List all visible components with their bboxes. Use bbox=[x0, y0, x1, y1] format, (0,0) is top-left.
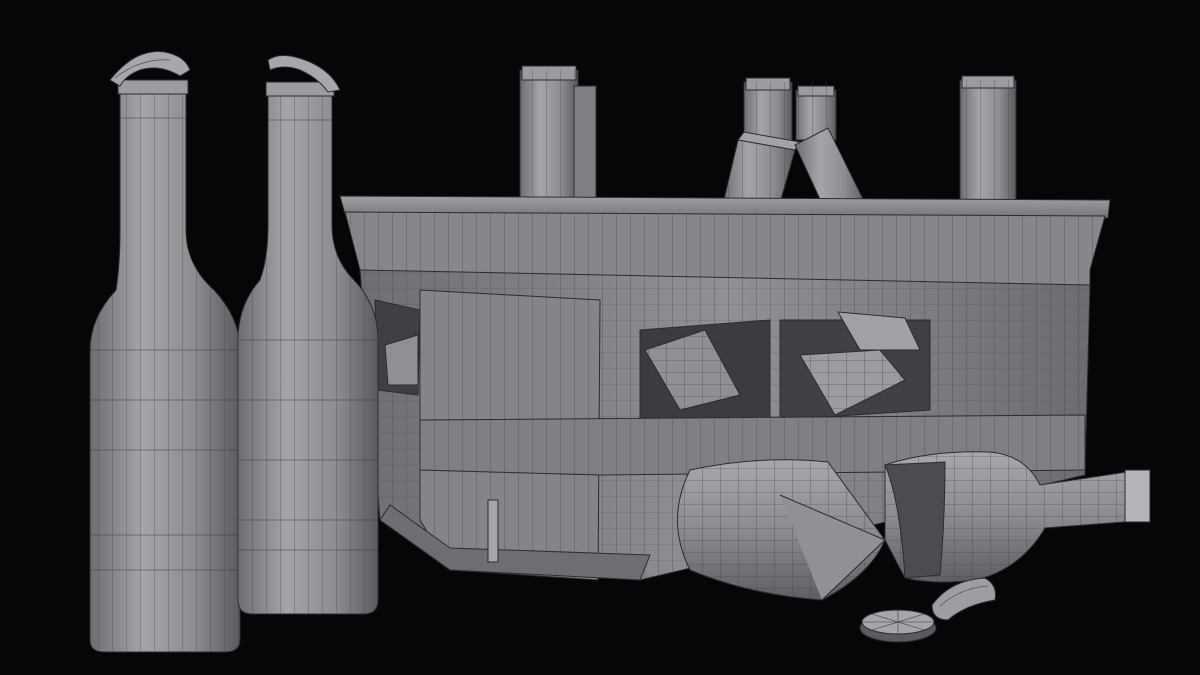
bottle-left-back bbox=[237, 55, 379, 615]
crate-bottle-back-left bbox=[519, 65, 597, 212]
bottle-cap-floor-left bbox=[859, 609, 937, 643]
bottle-cap-floor-right bbox=[931, 577, 996, 621]
bottle-left-front bbox=[89, 51, 241, 653]
render-viewport bbox=[89, 51, 1151, 653]
crate-bottle-back-right bbox=[959, 75, 1017, 211]
